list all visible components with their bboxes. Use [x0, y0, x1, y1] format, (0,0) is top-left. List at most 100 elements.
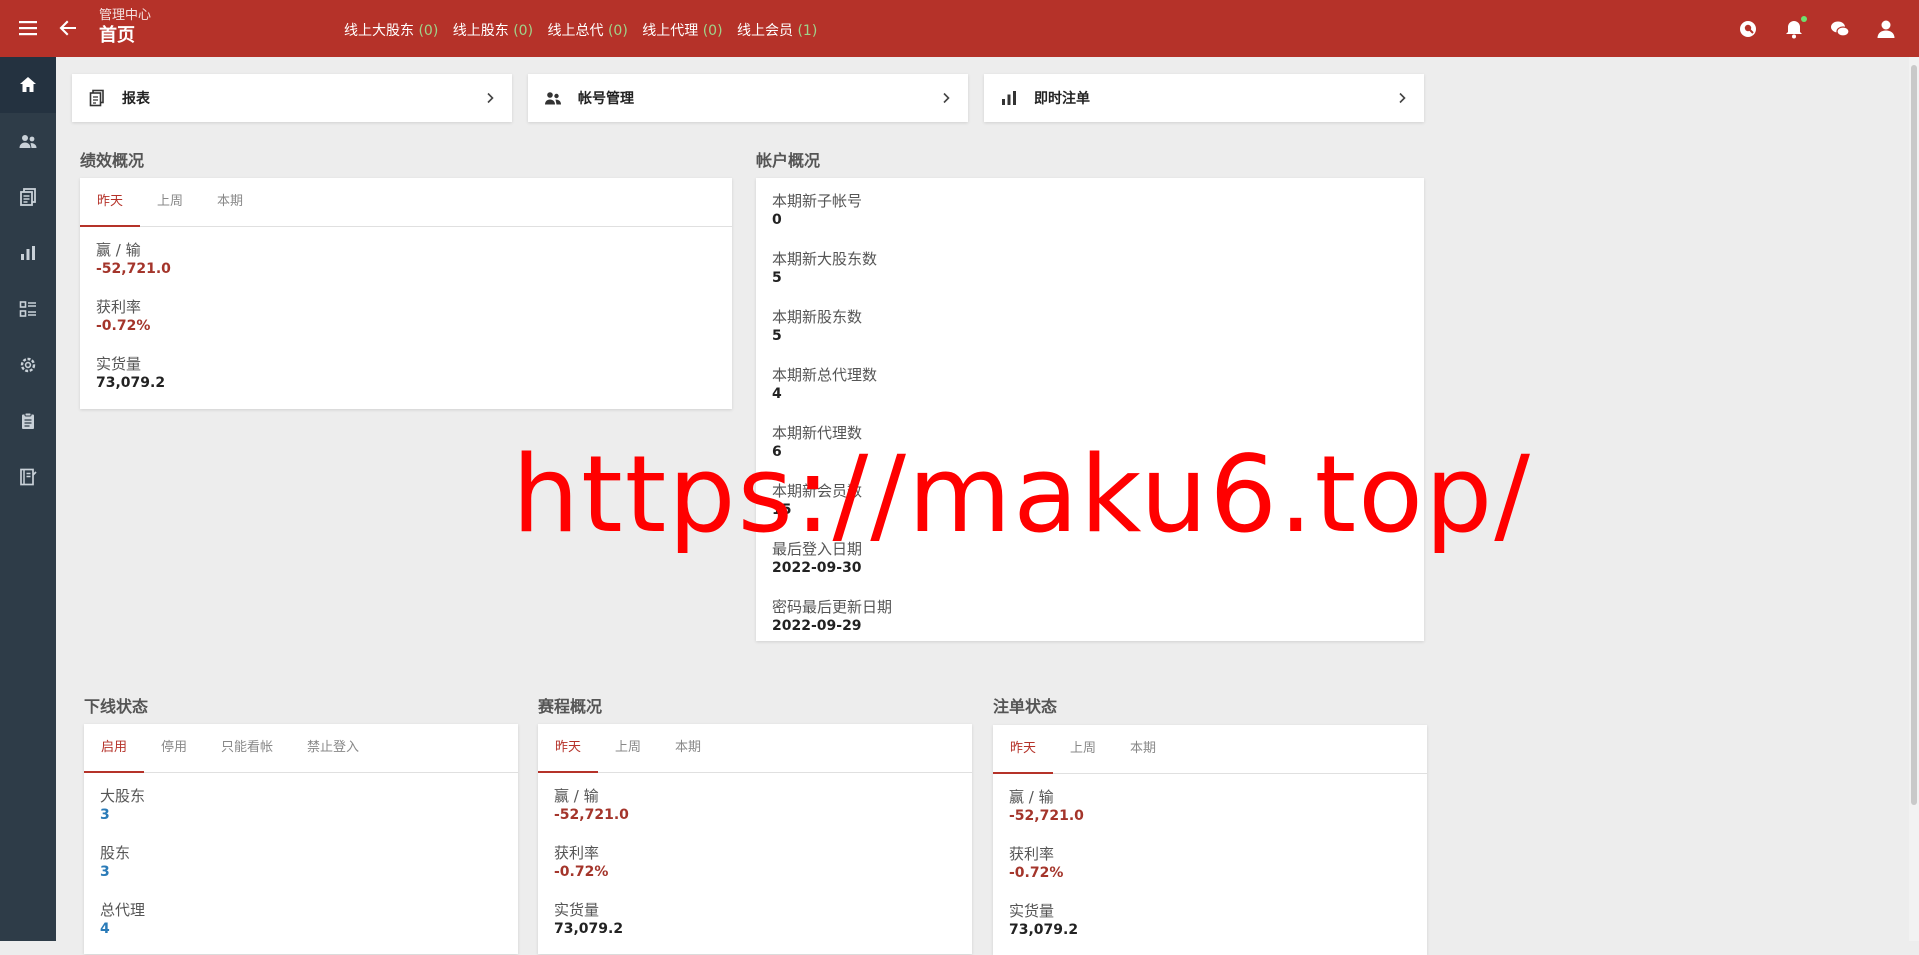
tab-last-week[interactable]: 上周: [1053, 725, 1113, 773]
notification-dot: [1801, 16, 1807, 22]
sidebar-item-home[interactable]: [0, 57, 56, 113]
profit-rate-value: -0.72%: [1009, 865, 1064, 881]
bell-icon[interactable]: [1783, 16, 1807, 40]
win-loss-label: 赢 / 输: [1009, 788, 1054, 806]
sidebar-item-notes[interactable]: [0, 449, 56, 505]
menu-icon[interactable]: [18, 18, 38, 38]
shortcut-live-bets[interactable]: 即时注单: [984, 74, 1424, 122]
shareholder-value[interactable]: 3: [100, 863, 502, 881]
list-icon: [19, 301, 36, 317]
user-icon[interactable]: [1875, 18, 1897, 40]
events-stats: 赢 / 输 -52,721.0 获利率 -0.72% 实货量 73,079.2: [538, 773, 972, 938]
profit-rate-label: 获利率: [1009, 845, 1055, 863]
performance-title: 绩效概况: [80, 151, 145, 170]
bets-card: 昨天 上周 本期 赢 / 输 -52,721.0 获利率 -0.72% 实货量 …: [993, 725, 1427, 955]
online-stat-general-agent[interactable]: 线上总代 (0): [548, 23, 628, 39]
online-stat-agent[interactable]: 线上代理 (0): [642, 23, 722, 39]
password-updated-label: 密码最后更新日期: [772, 598, 893, 616]
major-shareholder-label: 大股东: [100, 787, 146, 805]
profit-rate-label: 获利率: [96, 298, 142, 316]
win-loss-value: -52,721.0: [1009, 808, 1084, 824]
sidebar: [0, 57, 56, 941]
turnover-label: 实货量: [96, 355, 142, 373]
events-title: 赛程概况: [538, 697, 603, 716]
bets-tabs: 昨天 上周 本期: [993, 725, 1427, 774]
major-shareholder-value[interactable]: 3: [100, 806, 502, 824]
page-title: 首页: [99, 25, 135, 46]
sidebar-item-clipboard[interactable]: [0, 393, 56, 449]
tab-login-banned[interactable]: 禁止登入: [290, 724, 376, 772]
chat-icon[interactable]: [1829, 18, 1851, 40]
page-scrollbar[interactable]: [1909, 57, 1919, 941]
tab-this-period[interactable]: 本期: [658, 724, 718, 772]
home-icon: [20, 77, 36, 92]
performance-stats: 赢 / 输 -52,721.0 获利率 -0.72% 实货量 73,079.2: [80, 227, 732, 392]
account-title: 帐户概况: [756, 151, 821, 170]
profit-rate-label: 获利率: [554, 844, 600, 862]
win-loss-value: -52,721.0: [96, 261, 171, 277]
documents-icon: [89, 89, 104, 107]
tab-enabled[interactable]: 启用: [84, 724, 145, 773]
scrollbar-thumb[interactable]: [1911, 65, 1917, 805]
tab-view-only[interactable]: 只能看帐: [204, 724, 290, 772]
sidebar-item-list[interactable]: [0, 281, 56, 337]
new-major-shareholders-value: 5: [772, 270, 782, 286]
page-title-block: 管理中心 首页: [99, 8, 151, 48]
turnover-value: 73,079.2: [96, 375, 166, 391]
last-login-value: 2022-09-30: [772, 560, 862, 576]
tab-yesterday[interactable]: 昨天: [80, 178, 141, 227]
chevron-right-icon: [1399, 92, 1406, 104]
tab-yesterday[interactable]: 昨天: [993, 725, 1054, 774]
tab-last-week[interactable]: 上周: [140, 178, 200, 226]
tab-yesterday[interactable]: 昨天: [538, 724, 599, 773]
users-icon: [19, 135, 37, 148]
tab-this-period[interactable]: 本期: [1113, 725, 1173, 773]
top-bar: 管理中心 首页 线上大股东 (0) 线上股东 (0) 线上总代 (0) 线上代理…: [0, 0, 1919, 57]
notebook-icon: [20, 468, 37, 486]
turnover-label: 实货量: [554, 901, 600, 919]
downline-stats: 大股东 3 股东 3 总代理 4: [84, 773, 518, 938]
tab-disabled[interactable]: 停用: [144, 724, 204, 772]
events-card: 昨天 上周 本期 赢 / 输 -52,721.0 获利率 -0.72% 实货量 …: [538, 724, 972, 954]
turnover-value: 73,079.2: [554, 921, 624, 937]
online-stats: 线上大股东 (0) 线上股东 (0) 线上总代 (0) 线上代理 (0) 线上会…: [344, 20, 827, 40]
shortcut-reports[interactable]: 报表: [72, 74, 512, 122]
sidebar-item-live-bets[interactable]: [0, 225, 56, 281]
downline-card: 启用 停用 只能看帐 禁止登入 大股东 3 股东 3 总代理 4: [84, 724, 518, 954]
shareholder-label: 股东: [100, 844, 131, 862]
sidebar-item-settings[interactable]: [0, 337, 56, 393]
general-agent-label: 总代理: [100, 901, 146, 919]
turnover-value: 73,079.2: [1009, 922, 1079, 938]
sidebar-item-accounts[interactable]: [0, 113, 56, 169]
general-agent-value[interactable]: 4: [100, 920, 502, 938]
online-stat-major-shareholder[interactable]: 线上大股东 (0): [344, 23, 438, 39]
sidebar-item-reports[interactable]: [0, 169, 56, 225]
performance-card: 昨天 上周 本期 赢 / 输 -52,721.0 获利率 -0.72% 实货量 …: [80, 178, 732, 409]
top-actions: [1737, 16, 1897, 40]
new-sub-accounts-value: 0: [772, 212, 782, 228]
account-stats: 本期新子帐号 0 本期新大股东数 5 本期新股东数 5 本期新总代理数 4 本期…: [756, 192, 1424, 635]
chevron-right-icon: [487, 92, 494, 104]
online-stat-member[interactable]: 线上会员 (1): [737, 23, 817, 39]
gear-icon: [20, 357, 36, 373]
watermark-url: https://maku6.top/: [512, 433, 1533, 556]
shortcut-account-management[interactable]: 帐号管理: [528, 74, 968, 122]
new-sub-accounts-label: 本期新子帐号: [772, 192, 863, 210]
account-card: 本期新子帐号 0 本期新大股东数 5 本期新股东数 5 本期新总代理数 4 本期…: [756, 178, 1424, 641]
tab-last-week[interactable]: 上周: [598, 724, 658, 772]
bets-title: 注单状态: [993, 697, 1058, 716]
chevron-right-icon: [943, 92, 950, 104]
performance-tabs: 昨天 上周 本期: [80, 178, 732, 227]
online-stat-shareholder[interactable]: 线上股东 (0): [453, 23, 533, 39]
events-tabs: 昨天 上周 本期: [538, 724, 972, 773]
documents-icon: [20, 188, 36, 206]
win-loss-label: 赢 / 输: [554, 787, 599, 805]
support-icon[interactable]: [1737, 18, 1759, 40]
new-general-agents-label: 本期新总代理数: [772, 366, 878, 384]
back-arrow-icon[interactable]: [57, 17, 79, 39]
new-major-shareholders-label: 本期新大股东数: [772, 250, 878, 268]
downline-title: 下线状态: [84, 697, 149, 716]
tab-this-period[interactable]: 本期: [200, 178, 260, 226]
bar-chart-icon: [1002, 91, 1016, 105]
clipboard-icon: [22, 412, 34, 429]
